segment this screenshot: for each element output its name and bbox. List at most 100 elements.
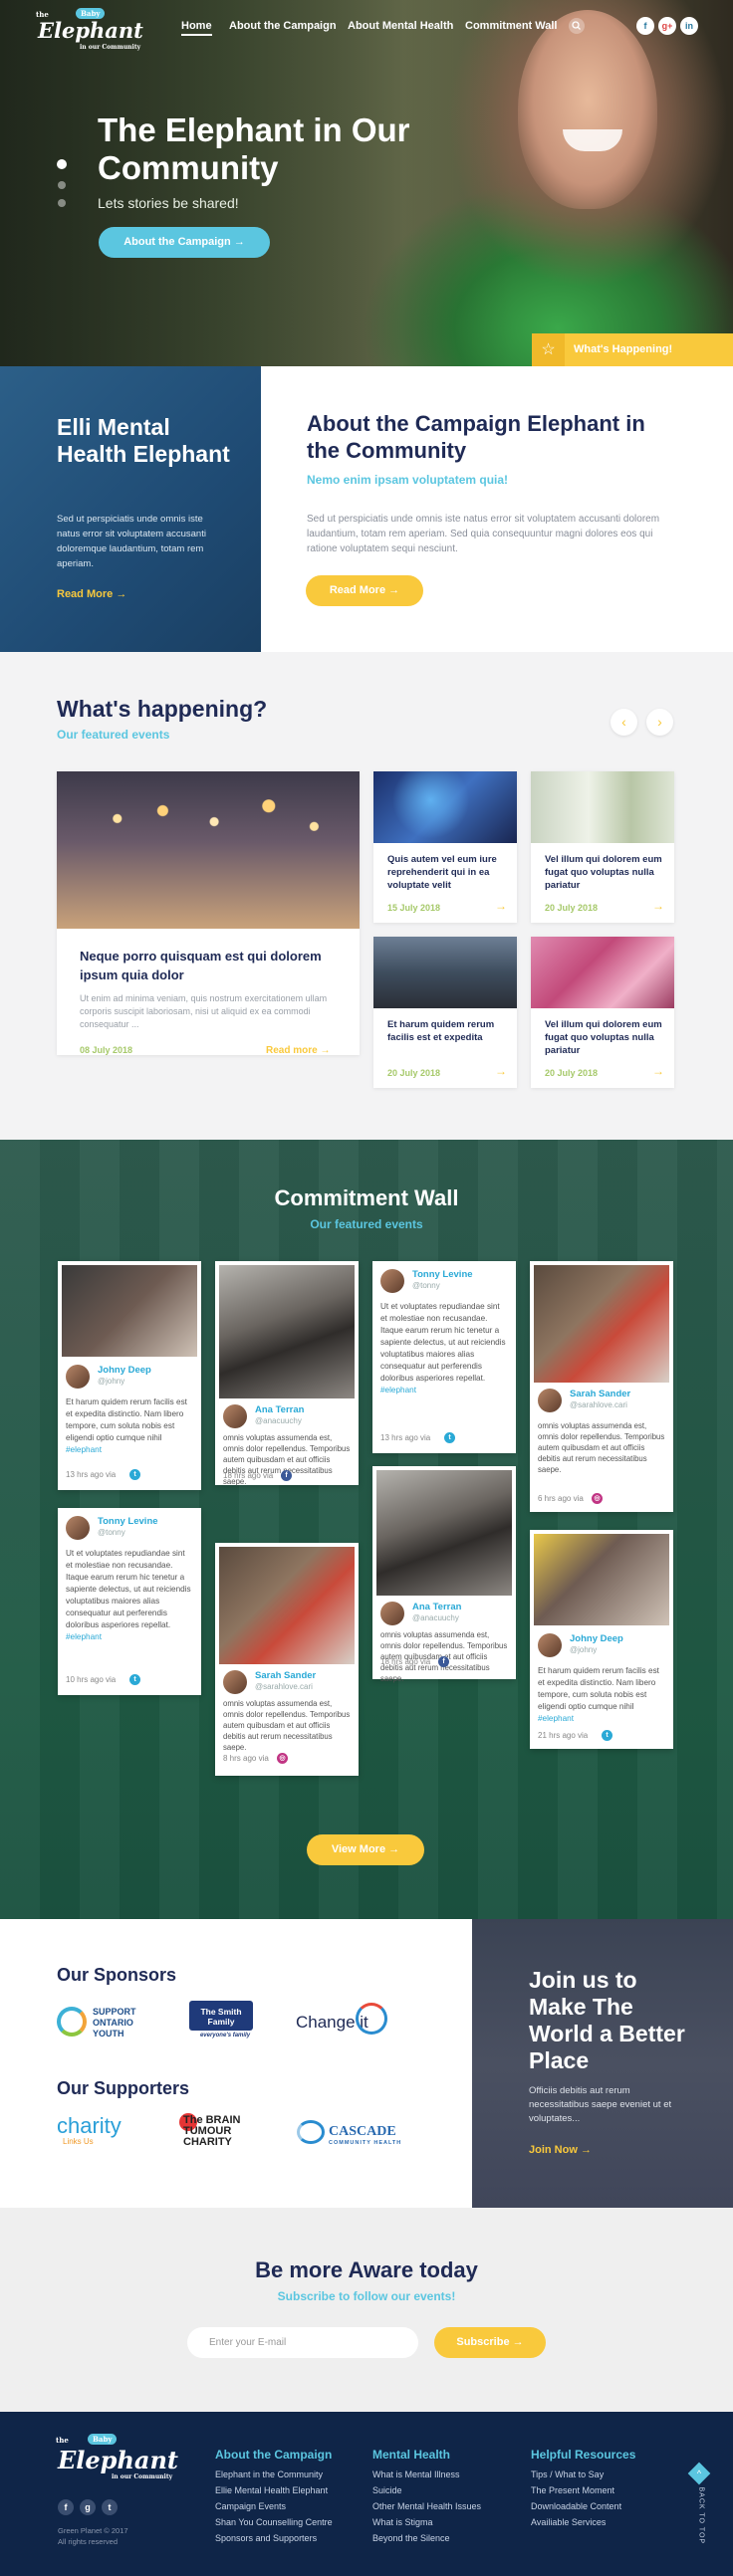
twitter-icon[interactable]: t: [602, 1730, 612, 1741]
post-hashtag[interactable]: #elephant: [380, 1386, 416, 1395]
footer-logo[interactable]: the Baby Elephant in our Community: [56, 2434, 178, 2485]
commit-post[interactable]: Johny Deep @johny Et harum quidem rerum …: [530, 1530, 673, 1749]
sponsor-logo-smith-family[interactable]: The Smith Family everyone's family: [189, 2001, 259, 2044]
footer-link[interactable]: Ellie Mental Health Elephant: [215, 2485, 328, 2495]
post-text: Ut et voluptates repudiandae sint et mol…: [66, 1548, 193, 1643]
footer-link[interactable]: Shan You Counselling Centre: [215, 2517, 333, 2527]
event-date: 20 July 2018: [545, 1068, 599, 1078]
commit-post[interactable]: Johny Deep @johny Et harum quidem rerum …: [58, 1261, 201, 1490]
footer-link[interactable]: Suicide: [372, 2485, 402, 2495]
chevron-right-icon[interactable]: ›: [646, 709, 673, 736]
footer-link[interactable]: Beyond the Silence: [372, 2533, 450, 2543]
footer-link[interactable]: Availiable Services: [531, 2517, 606, 2527]
footer-link[interactable]: What is Stigma: [372, 2517, 433, 2527]
twitter-icon[interactable]: t: [129, 1674, 140, 1685]
featured-read-more-link[interactable]: Read more →: [266, 1045, 330, 1056]
post-author: Tonny Levine: [412, 1269, 473, 1280]
commit-post[interactable]: Tonny Levine @tonny Ut et voluptates rep…: [372, 1261, 516, 1453]
facebook-icon[interactable]: f: [281, 1470, 292, 1481]
commit-post[interactable]: Sarah Sander @sarahlove.cari omnis volup…: [215, 1543, 359, 1776]
nav-commitment-wall[interactable]: Commitment Wall: [465, 20, 558, 32]
footer-link[interactable]: Tips / What to Say: [531, 2469, 604, 2479]
instagram-icon[interactable]: ◎: [277, 1753, 288, 1764]
twitter-icon[interactable]: t: [129, 1469, 140, 1480]
subscribe-button[interactable]: Subscribe →: [434, 2327, 546, 2358]
event-title: Vel illum qui dolorem eum fugat quo volu…: [545, 854, 662, 891]
post-author: Johny Deep: [98, 1365, 151, 1376]
commit-post[interactable]: Tonny Levine @tonny Ut et voluptates rep…: [58, 1508, 201, 1695]
arrow-right-icon[interactable]: →: [652, 899, 664, 913]
supporter-logo-charity-links[interactable]: charity Links Us: [57, 2113, 146, 2153]
site-logo[interactable]: the Baby Elephant in our Community: [36, 8, 143, 51]
featured-event-image: [57, 771, 360, 929]
elli-read-more-link[interactable]: Read More →: [57, 588, 126, 600]
arrow-right-icon[interactable]: →: [652, 1064, 664, 1078]
whats-happening-tab[interactable]: ☆ What's Happening!: [532, 333, 733, 366]
hero-cta-button[interactable]: About the Campaign →: [99, 227, 270, 258]
facebook-icon[interactable]: f: [58, 2499, 74, 2515]
commit-post[interactable]: Ana Terran @anacuuchy omnis voluptas ass…: [372, 1466, 516, 1683]
instagram-icon[interactable]: ◎: [592, 1493, 603, 1504]
chevron-left-icon[interactable]: ‹: [611, 709, 637, 736]
hero-subtitle: Lets stories be shared!: [98, 195, 239, 211]
post-handle: @anacuuchy: [255, 1416, 302, 1425]
twitter-icon[interactable]: t: [102, 2499, 118, 2515]
event-card[interactable]: Vel illum qui dolorem eum fugat quo volu…: [531, 937, 674, 1088]
arrow-right-icon[interactable]: →: [495, 1064, 507, 1078]
nav-home[interactable]: Home: [181, 20, 212, 36]
footer-link[interactable]: Campaign Events: [215, 2501, 286, 2511]
post-hashtag[interactable]: #elephant: [538, 1714, 574, 1723]
subscribe-label: Subscribe: [456, 2336, 510, 2348]
footer-link[interactable]: Elephant in the Community: [215, 2469, 323, 2479]
about-text: Sed ut perspiciatis unde omnis iste natu…: [307, 514, 660, 554]
post-author: Ana Terran: [255, 1404, 305, 1415]
arrow-right-icon[interactable]: →: [495, 899, 507, 913]
event-date: 15 July 2018: [387, 903, 441, 913]
supporter-logo-cascade[interactable]: CASCADE COMMUNITY HEALTH: [297, 2118, 416, 2158]
arrow-right-icon: →: [233, 236, 245, 248]
featured-event-text: Ut enim ad minima veniam, quis nostrum e…: [80, 993, 328, 1029]
sponsor-logo-change-it[interactable]: Change it: [296, 2003, 395, 2042]
footer-link[interactable]: Sponsors and Supporters: [215, 2533, 317, 2543]
post-body: Ut et voluptates repudiandae sint et mol…: [380, 1302, 506, 1383]
footer-link[interactable]: The Present Moment: [531, 2485, 614, 2495]
commit-post[interactable]: Sarah Sander @sarahlove.cari omnis volup…: [530, 1261, 673, 1512]
featured-read-more-label: Read more: [266, 1045, 318, 1056]
event-title: Vel illum qui dolorem eum fugat quo volu…: [545, 1019, 662, 1056]
site-footer: the Baby Elephant in our Community f g t…: [0, 2412, 733, 2576]
facebook-icon[interactable]: f: [636, 17, 654, 35]
event-title: Quis autem vel eum iure reprehenderit qu…: [387, 854, 497, 891]
sponsor-logo-support-ontario-youth[interactable]: SUPPORT ONTARIO YOUTH: [57, 2003, 156, 2042]
view-more-button[interactable]: View More →: [307, 1834, 424, 1865]
linkedin-icon[interactable]: in: [680, 17, 698, 35]
footer-link[interactable]: What is Mental Illness: [372, 2469, 460, 2479]
about-read-more-button[interactable]: Read More →: [306, 575, 423, 606]
google-plus-icon[interactable]: g: [80, 2499, 96, 2515]
slider-dot-2[interactable]: [58, 181, 66, 189]
twitter-icon[interactable]: t: [444, 1432, 455, 1443]
sponsor-name: SUPPORT ONTARIO YOUTH: [93, 2007, 136, 2039]
facebook-icon[interactable]: f: [438, 1656, 449, 1667]
nav-about-mental-health[interactable]: About Mental Health: [348, 20, 453, 32]
post-hashtag[interactable]: #elephant: [66, 1632, 102, 1641]
nav-about-campaign[interactable]: About the Campaign: [229, 20, 337, 32]
footer-link[interactable]: Other Mental Health Issues: [372, 2501, 481, 2511]
email-input[interactable]: Enter your E-mail: [187, 2327, 418, 2358]
post-handle: @tonny: [98, 1528, 125, 1537]
slider-dot-3[interactable]: [58, 199, 66, 207]
supporter-logo-brain-tumour-charity[interactable]: The BRAIN TUMOUR CHARITY: [179, 2113, 269, 2157]
event-card[interactable]: Et harum quidem rerum facilis est et exp…: [373, 937, 517, 1088]
commit-post[interactable]: Ana Terran @anacuuchy omnis voluptas ass…: [215, 1261, 359, 1486]
google-plus-icon[interactable]: g+: [658, 17, 676, 35]
join-us-panel: Join us to Make The World a Better Place…: [472, 1919, 733, 2208]
footer-link[interactable]: Downloadable Content: [531, 2501, 621, 2511]
supporter-name: CASCADE: [329, 2124, 396, 2139]
event-card[interactable]: Quis autem vel eum iure reprehenderit qu…: [373, 771, 517, 923]
commit-subtitle: Our featured events: [310, 1217, 423, 1231]
slider-dot-1[interactable]: [57, 159, 67, 169]
join-now-link[interactable]: Join Now →: [529, 2144, 592, 2156]
search-icon[interactable]: [569, 18, 585, 34]
event-card[interactable]: Vel illum qui dolorem eum fugat quo volu…: [531, 771, 674, 923]
post-hashtag[interactable]: #elephant: [66, 1445, 102, 1454]
featured-event-card[interactable]: Neque porro quisquam est qui dolorem ips…: [57, 771, 360, 1056]
